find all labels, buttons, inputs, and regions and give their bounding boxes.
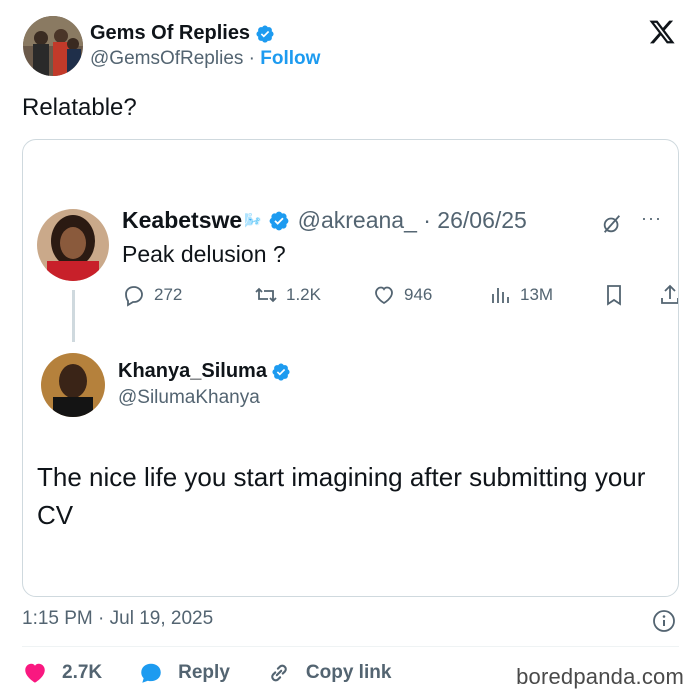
quoted-reply-action: 272	[122, 283, 182, 307]
like-icon	[375, 286, 393, 305]
views-count: 13M	[520, 285, 554, 304]
copy-link-label: Copy link	[305, 662, 392, 683]
link-icon	[271, 664, 287, 682]
quoted-views-action: 13M	[488, 283, 553, 307]
quoted-share-action	[658, 283, 678, 307]
author-name-row[interactable]: Gems Of Replies	[90, 22, 275, 45]
author-handle[interactable]: @GemsOfReplies	[90, 48, 243, 69]
author-name[interactable]: Gems Of Replies	[90, 22, 250, 45]
quoted-like-action: 946	[372, 283, 432, 307]
quoted-handle-date: @akreana_ · 26/06/25	[297, 207, 527, 233]
likes-count: 946	[404, 285, 433, 304]
quoted-avatar[interactable]	[37, 209, 109, 281]
post-text: Relatable?	[22, 94, 137, 121]
x-logo-icon[interactable]	[648, 18, 676, 46]
heart-icon	[25, 663, 45, 683]
reposts-count: 1.2K	[286, 285, 321, 304]
reply-icon	[125, 286, 143, 307]
thread-line	[72, 290, 75, 342]
chat-bubble-icon	[141, 663, 161, 683]
copy-link-button[interactable]: Copy link	[266, 660, 392, 686]
separator-dot: ·	[248, 48, 255, 69]
quoted-text: Peak delusion ?	[122, 241, 286, 267]
quoted-bookmark-action	[602, 283, 634, 307]
reply-name: Khanya_Siluma	[118, 360, 267, 382]
reply-text: The nice life you start imagining after …	[37, 462, 646, 530]
follow-button[interactable]: Follow	[260, 48, 320, 69]
more-icon: ···	[641, 208, 662, 228]
views-icon	[492, 288, 509, 303]
watermark: boredpanda.com	[516, 664, 684, 689]
likes-total: 2.7K	[62, 662, 103, 683]
repost-icon	[255, 287, 277, 303]
quoted-action-bar: 272 1.2K 946 13M	[122, 283, 678, 311]
like-button[interactable]: 2.7K	[22, 660, 102, 686]
embedded-image[interactable]: Keabetswe 🌬️ @akreana_ · 26/06/25 ··· Pe…	[22, 139, 679, 597]
share-icon	[661, 284, 678, 304]
reply-name-row: Khanya_Siluma	[118, 360, 291, 383]
reply-button[interactable]: Reply	[138, 660, 230, 686]
author-avatar[interactable]	[23, 16, 83, 76]
reply-label: Reply	[178, 662, 230, 683]
replies-count: 272	[154, 285, 183, 304]
quoted-repost-action: 1.2K	[254, 283, 321, 307]
verified-badge-icon	[256, 24, 274, 43]
quoted-name: Keabetswe	[122, 207, 243, 233]
verified-badge-icon	[269, 211, 289, 230]
divider	[22, 646, 679, 647]
post-timestamp[interactable]: 1:15 PM · Jul 19, 2025	[22, 608, 213, 630]
author-handle-row: @GemsOfReplies · Follow	[90, 48, 320, 70]
post-action-bar: 2.7K Reply Copy link	[22, 658, 427, 688]
reply-avatar[interactable]	[41, 353, 105, 417]
info-icon[interactable]	[652, 609, 676, 633]
bookmark-icon	[607, 285, 621, 306]
verified-badge-icon	[272, 362, 290, 381]
reply-handle: @SilumaKhanya	[118, 387, 260, 408]
grok-icon	[603, 215, 621, 233]
quoted-name-row: Keabetswe 🌬️ @akreana_ · 26/06/25	[122, 207, 527, 234]
name-emoji: 🌬️	[244, 212, 262, 228]
